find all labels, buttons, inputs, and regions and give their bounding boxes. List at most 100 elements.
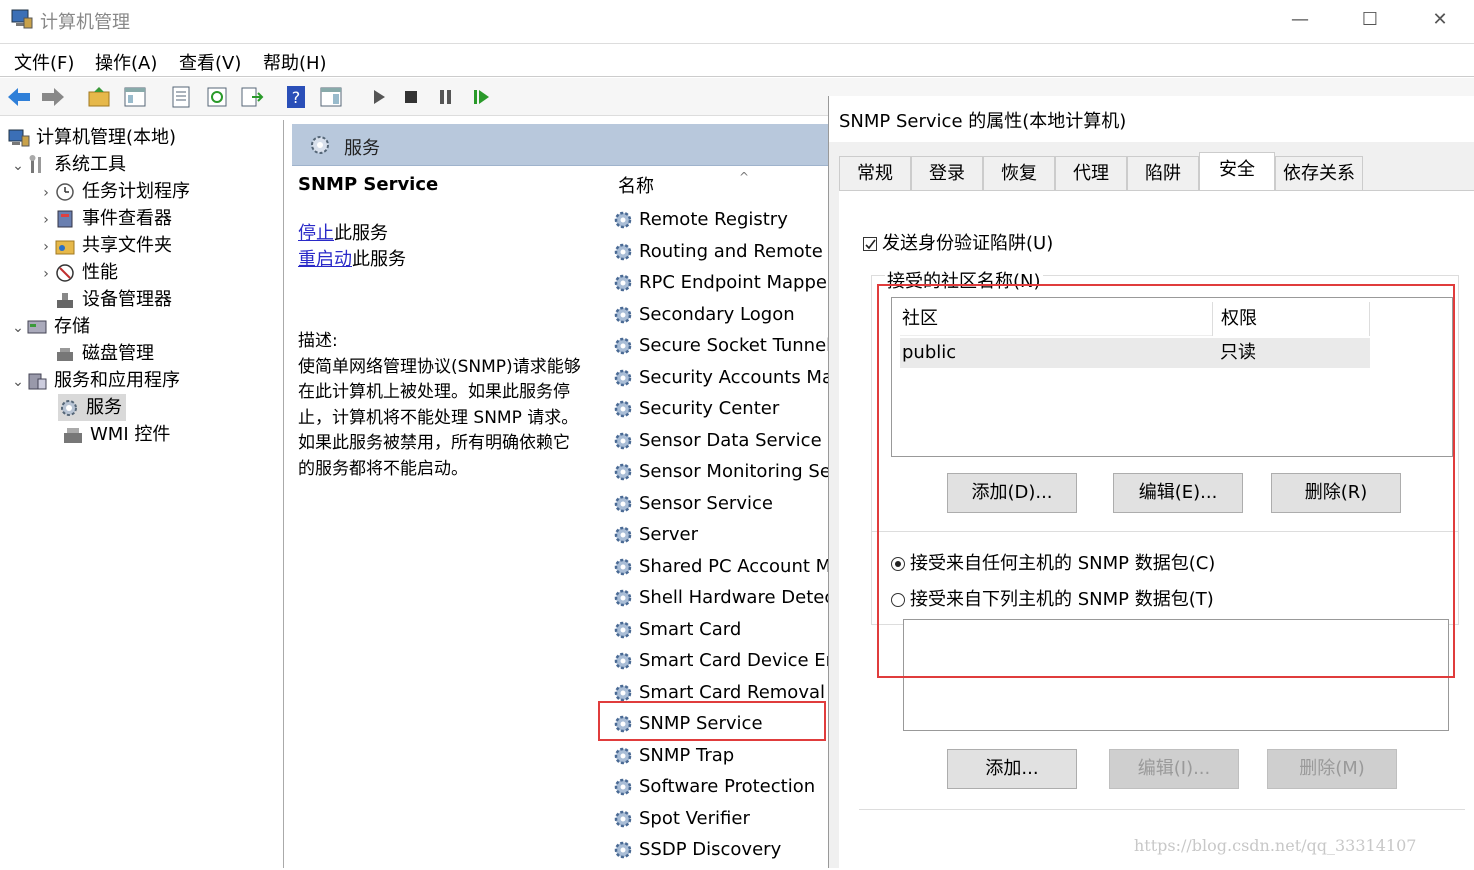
pause-service-icon[interactable]	[432, 84, 458, 110]
show-hide-action-pane-icon[interactable]	[318, 84, 344, 110]
tree-item-shared-folders[interactable]: › 共享文件夹	[38, 232, 172, 259]
services-panel-header: 服务	[292, 124, 828, 166]
tree-item-performance[interactable]: › 性能	[38, 259, 118, 286]
add-host-button[interactable]: 添加...	[947, 749, 1077, 789]
sort-ascending-icon: ^	[739, 170, 750, 184]
tree-root-label: 计算机管理(本地)	[36, 127, 177, 148]
send-auth-trap-checkbox[interactable]	[863, 237, 877, 251]
menu-file[interactable]: 文件(F)	[14, 49, 74, 75]
send-auth-trap-option[interactable]: 发送身份验证陷阱(U)	[863, 229, 1053, 255]
tree-item-label: 事件查看器	[82, 208, 172, 229]
list-item[interactable]: SNMP Trap	[613, 740, 828, 772]
list-item[interactable]: Sensor Service	[613, 488, 828, 520]
chevron-down-icon[interactable]: ⌄	[10, 153, 26, 180]
tree-item-device-manager[interactable]: 设备管理器	[54, 286, 172, 313]
help-icon[interactable]: ?	[283, 84, 309, 110]
gear-icon	[614, 589, 632, 607]
services-icon	[311, 136, 329, 154]
properties-icon[interactable]	[168, 84, 194, 110]
tab-recovery[interactable]: 恢复	[983, 156, 1055, 190]
export-list-icon[interactable]	[238, 84, 264, 110]
column-header-name[interactable]: 名称 ^	[613, 170, 828, 202]
tab-general[interactable]: 常规	[839, 156, 911, 190]
tree-item-services-and-applications[interactable]: ⌄ 服务和应用程序	[10, 367, 180, 394]
disk-icon	[57, 348, 73, 361]
chevron-right-icon[interactable]: ›	[38, 207, 54, 234]
service-description-pane: SNMP Service 停止此服务 重启动此服务 描述: 使简单网络管理协议(…	[298, 170, 598, 482]
list-item[interactable]: Software Protection	[613, 771, 828, 803]
tree-item-disk-management[interactable]: 磁盘管理	[54, 340, 154, 367]
list-item[interactable]: SSDP Discovery	[613, 834, 828, 866]
list-item[interactable]: Routing and Remote A	[613, 236, 828, 268]
stop-service-icon[interactable]	[398, 84, 424, 110]
chevron-right-icon[interactable]: ›	[38, 180, 54, 207]
remove-host-button: 删除(M)	[1267, 749, 1397, 789]
list-item[interactable]: Security Accounts Mar	[613, 362, 828, 394]
tree-item-event-viewer[interactable]: › 事件查看器	[38, 205, 172, 232]
tree-item-label: 系统工具	[54, 154, 126, 175]
service-name: Secure Socket Tunneli	[639, 335, 828, 356]
menu-view[interactable]: 查看(V)	[179, 49, 241, 75]
tree-item-storage[interactable]: ⌄ 存储	[10, 313, 90, 340]
services-rows: Remote Registry Routing and Remote A RPC E…	[613, 204, 828, 866]
console-tree-icon[interactable]	[122, 84, 148, 110]
service-name: Smart Card	[639, 618, 742, 640]
minimize-button[interactable]: —	[1280, 6, 1320, 34]
list-item[interactable]: Secure Socket Tunneli	[613, 330, 828, 362]
menu-action[interactable]: 操作(A)	[95, 49, 157, 75]
restart-service-icon[interactable]	[468, 84, 494, 110]
list-item[interactable]: RPC Endpoint Mapper	[613, 267, 828, 299]
stop-service-suffix: 此服务	[334, 223, 388, 244]
tools-icon	[29, 155, 41, 173]
tree-item-label: 服务	[86, 397, 122, 418]
tab-dependencies[interactable]: 依存关系	[1275, 156, 1363, 190]
stop-service-link[interactable]: 停止	[298, 223, 334, 244]
maximize-button[interactable]: ☐	[1350, 6, 1390, 34]
list-item[interactable]: Sensor Data Service	[613, 425, 828, 457]
list-item[interactable]: Sensor Monitoring Ser	[613, 456, 828, 488]
gear-icon	[614, 558, 632, 575]
service-name: SNMP Trap	[639, 744, 735, 766]
list-item[interactable]: Shell Hardware Detect	[613, 582, 828, 614]
forward-arrow-icon[interactable]	[40, 84, 66, 110]
list-item[interactable]: Server	[613, 519, 828, 551]
restart-service-link[interactable]: 重启动	[298, 249, 352, 270]
menu-help[interactable]: 帮助(H)	[263, 49, 327, 75]
close-button[interactable]: ✕	[1420, 6, 1460, 34]
service-name: Spot Verifier	[639, 807, 750, 829]
list-item[interactable]: Shared PC Account Ma	[613, 551, 828, 583]
service-name: Smart Card Removal P	[639, 681, 828, 703]
start-service-icon[interactable]	[366, 84, 392, 110]
service-name: RPC Endpoint Mapper	[639, 272, 828, 293]
gear-icon	[614, 652, 632, 670]
tab-logon[interactable]: 登录	[911, 156, 983, 190]
tab-traps[interactable]: 陷阱	[1127, 156, 1199, 190]
tab-agent[interactable]: 代理	[1055, 156, 1127, 190]
service-name: Server	[639, 524, 699, 545]
list-item[interactable]: Smart Card Device Enu	[613, 645, 828, 677]
service-name: Sensor Monitoring Ser	[639, 461, 828, 482]
gear-icon	[614, 306, 632, 323]
tree-item-wmi-control[interactable]: WMI 控件	[62, 421, 170, 448]
refresh-icon[interactable]	[204, 84, 230, 110]
chevron-right-icon[interactable]: ›	[38, 234, 54, 261]
chevron-right-icon[interactable]: ›	[38, 261, 54, 288]
tree-root[interactable]: 计算机管理(本地)	[8, 124, 176, 151]
description-line: 如果此服务被禁用，所有明确依赖它	[298, 433, 570, 453]
chevron-down-icon[interactable]: ⌄	[10, 315, 26, 342]
list-item[interactable]: Remote Registry	[613, 204, 828, 236]
list-item[interactable]: Secondary Logon	[613, 299, 828, 331]
list-item[interactable]: Smart Card	[613, 614, 828, 646]
chevron-down-icon[interactable]: ⌄	[10, 369, 26, 396]
restart-service-line: 重启动此服务	[298, 247, 598, 273]
tree-item-services[interactable]: 服务	[58, 394, 126, 421]
back-arrow-icon[interactable]	[6, 84, 32, 110]
gear-icon	[614, 274, 632, 292]
tree-item-task-scheduler[interactable]: › 任务计划程序	[38, 178, 190, 205]
service-name: Security Center	[639, 398, 780, 419]
list-item[interactable]: Security Center	[613, 393, 828, 425]
tab-security[interactable]: 安全	[1199, 152, 1275, 190]
list-item[interactable]: Spot Verifier	[613, 803, 828, 835]
folder-up-icon[interactable]	[86, 84, 112, 110]
tree-item-system-tools[interactable]: ⌄ 系统工具	[10, 151, 126, 178]
